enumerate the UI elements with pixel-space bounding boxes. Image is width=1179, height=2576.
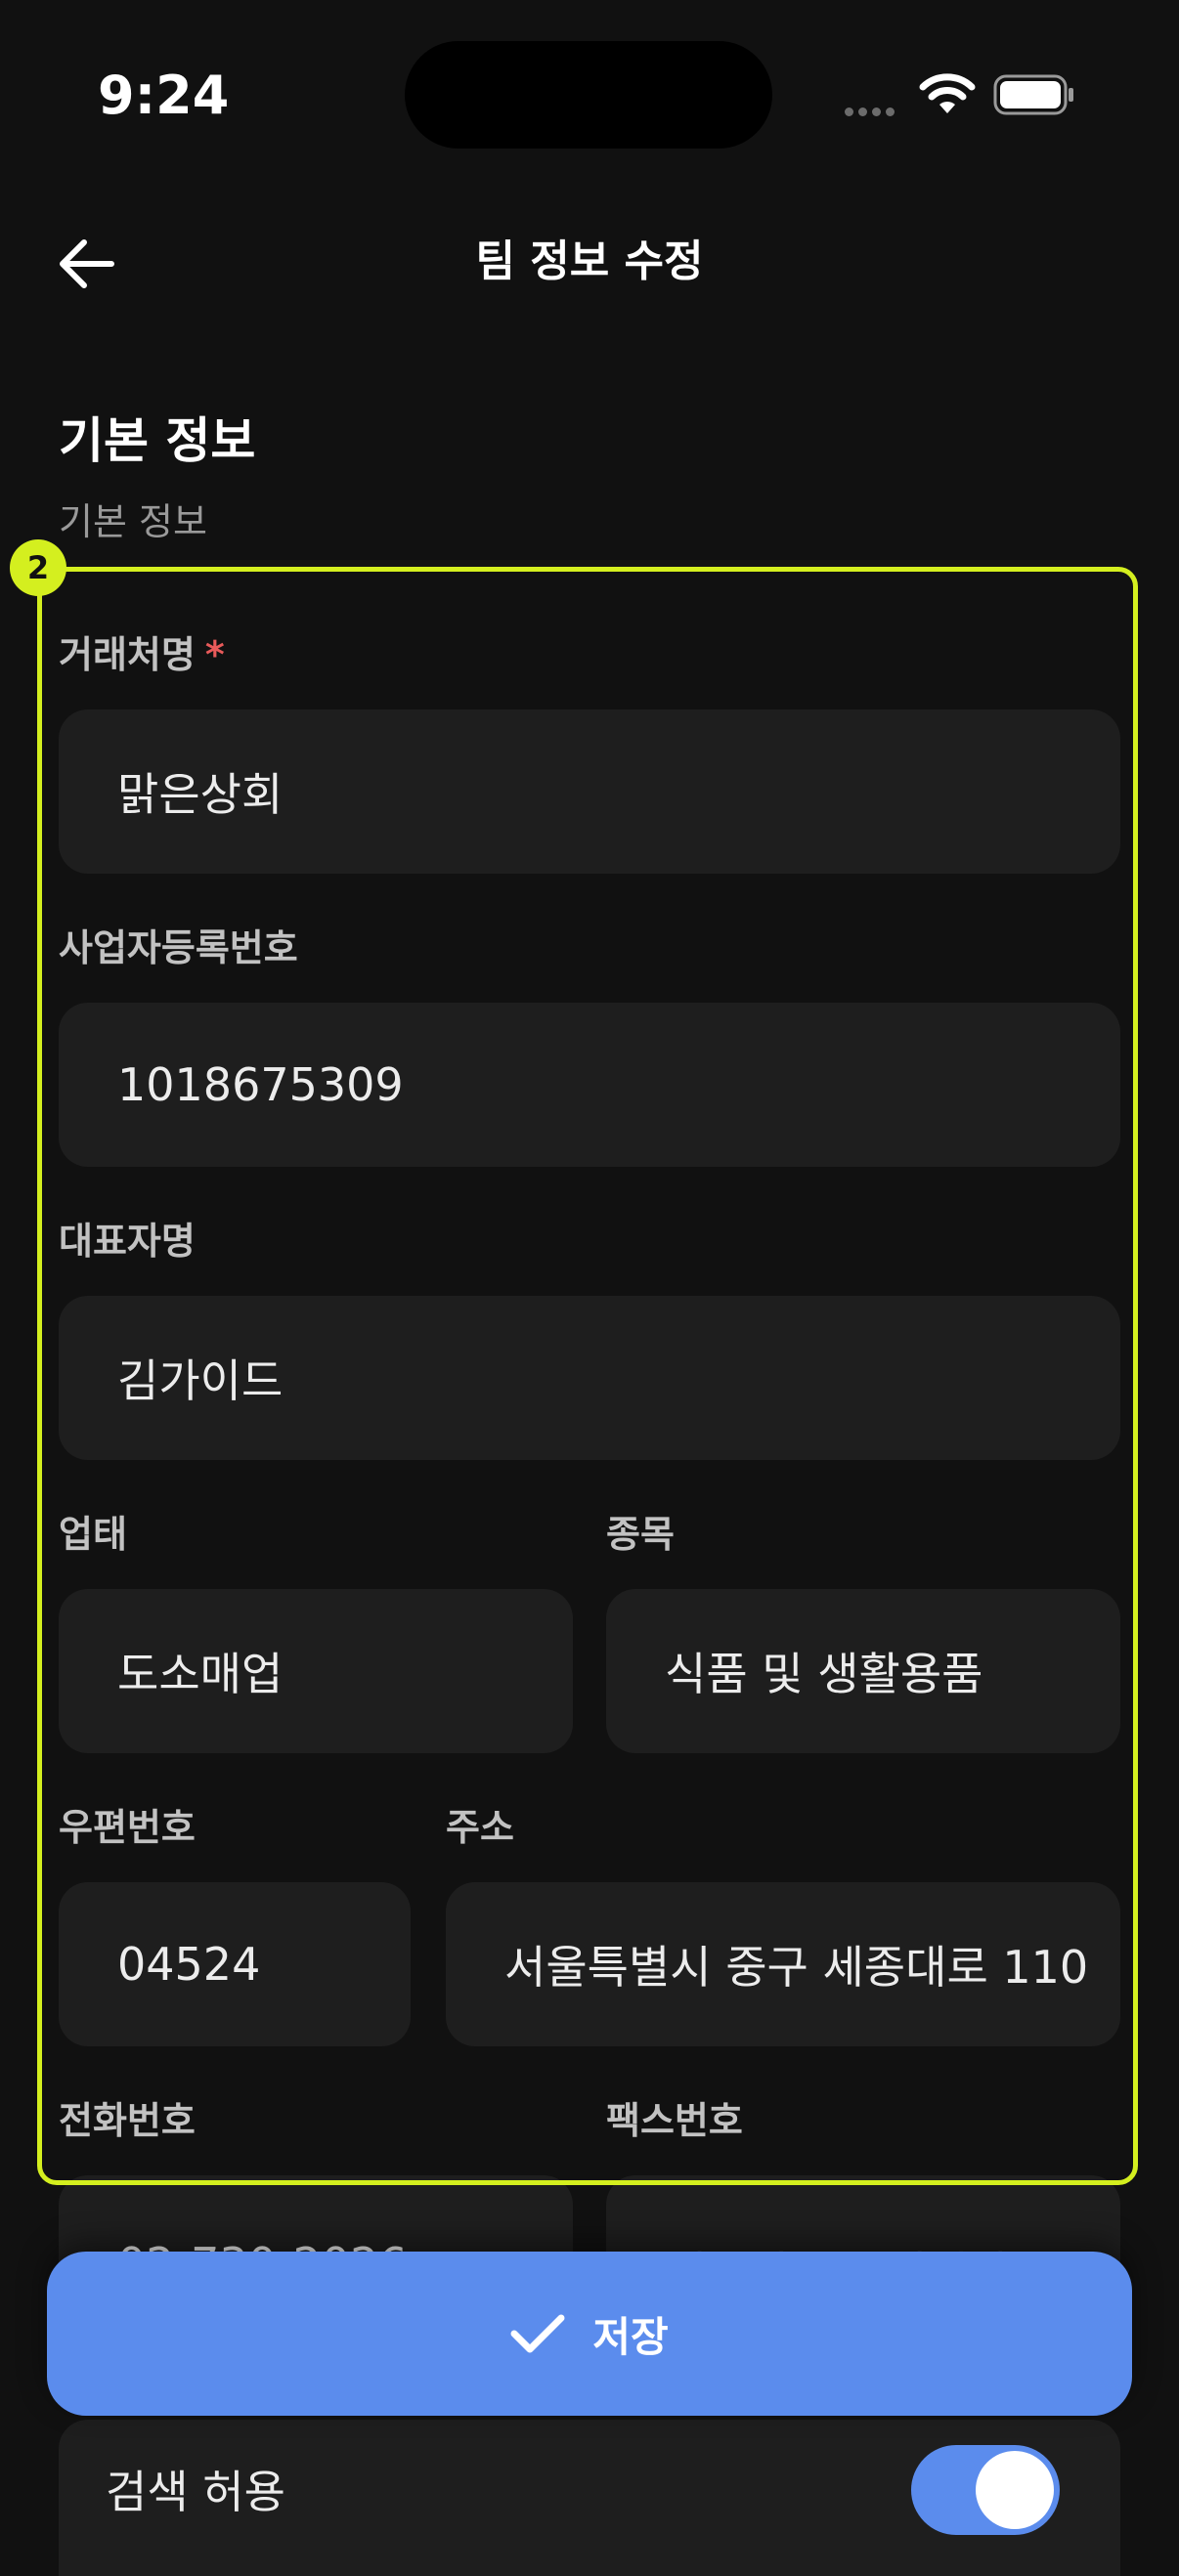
back-button[interactable] (49, 227, 123, 301)
arrow-left-icon (60, 239, 114, 288)
save-button-label: 저장 (592, 2312, 669, 2361)
wifi-icon (919, 72, 976, 115)
search-toggle-label: 검색 허용 (106, 2466, 285, 2518)
highlight-box (37, 567, 1138, 2185)
dynamic-island (405, 41, 772, 149)
toggle-knob (976, 2451, 1054, 2529)
section-subtitle: 기본 정보 (59, 500, 207, 543)
save-button[interactable]: 저장 (47, 2252, 1132, 2416)
check-icon (510, 2314, 565, 2353)
battery-icon (993, 74, 1075, 115)
search-toggle-row: 검색 허용 (59, 2420, 1120, 2576)
section-title: 기본 정보 (59, 412, 256, 469)
search-toggle[interactable] (911, 2445, 1060, 2535)
page-title: 팀 정보 수정 (475, 236, 704, 286)
highlight-badge: 2 (10, 539, 66, 596)
status-time: 9:24 (98, 64, 230, 126)
cellular-signal-icon (845, 102, 903, 116)
